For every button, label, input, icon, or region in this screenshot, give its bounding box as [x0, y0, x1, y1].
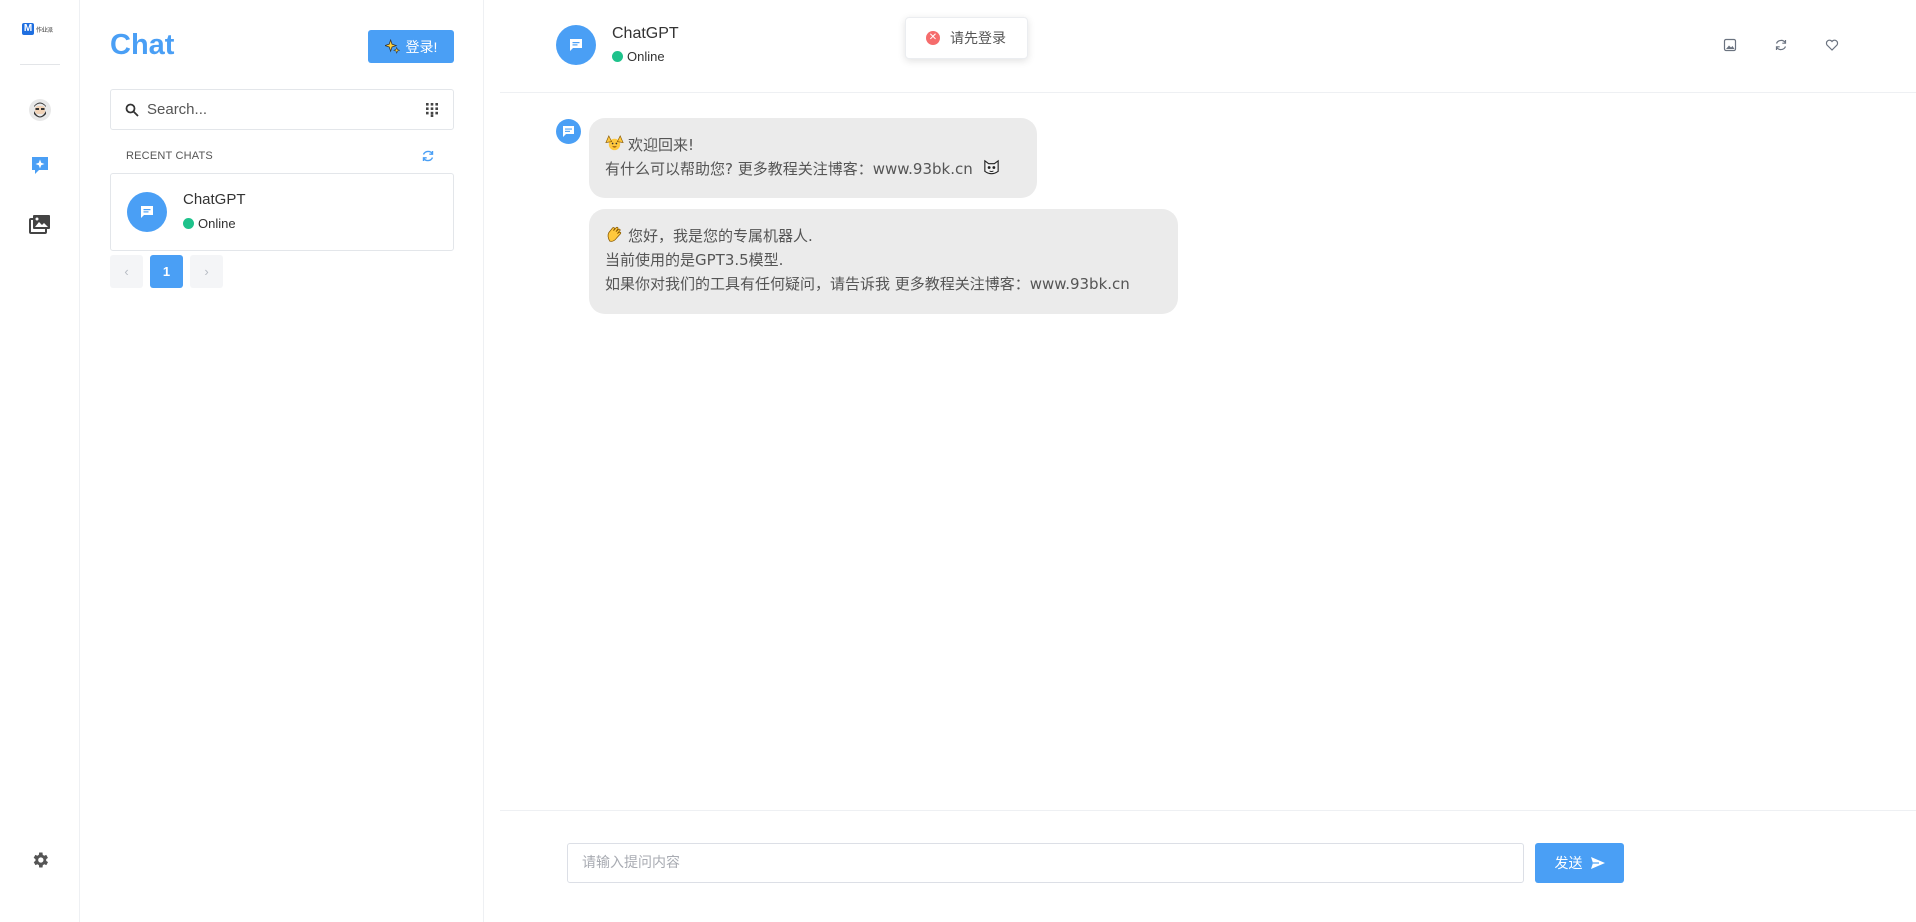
chat-list-panel: Chat 登录! RECENT CHATS	[80, 0, 484, 922]
logo-text: 作业派	[36, 26, 53, 34]
prev-page-button[interactable]: ‹	[110, 255, 143, 288]
chat-status: Online	[183, 216, 236, 231]
login-required-toast: ✕ 请先登录	[905, 17, 1028, 59]
panel-title: Chat	[110, 29, 175, 61]
conversation-header: ChatGPT Online	[500, 0, 1916, 93]
logo-mark: M	[22, 23, 34, 35]
user-avatar[interactable]	[28, 98, 52, 122]
header-avatar	[556, 25, 596, 65]
message-line: 如果你对我们的工具有任何疑问，请告诉我 更多教程关注博客：www.93bk.cn	[605, 275, 1130, 293]
status-text: Online	[627, 49, 665, 64]
header-title: ChatGPT	[612, 25, 679, 42]
header-status: Online	[612, 49, 665, 64]
nav-gallery[interactable]	[28, 212, 52, 236]
message-text: 欢迎回来!	[628, 136, 695, 154]
message-line: 欢迎回来!	[605, 133, 1021, 157]
heart-icon[interactable]	[1825, 38, 1839, 52]
message-text: 您好，我是您的专属机器人.	[628, 227, 813, 245]
app-logo[interactable]: M 作业派	[22, 22, 55, 36]
toast-text: 请先登录	[950, 30, 1006, 46]
chat-name: ChatGPT	[183, 191, 246, 208]
login-button-label: 登录!	[405, 38, 438, 55]
online-dot	[612, 51, 623, 62]
online-dot	[183, 218, 194, 229]
login-button[interactable]: 登录!	[368, 30, 454, 63]
message-input[interactable]	[567, 843, 1524, 883]
pagination: ‹ 1 ›	[110, 255, 223, 288]
recent-chats-label: RECENT CHATS	[126, 150, 213, 162]
bot-message-bubble: 您好，我是您的专属机器人. 当前使用的是GPT3.5模型. 如果你对我们的工具有…	[589, 209, 1178, 314]
refresh-icon[interactable]	[1774, 38, 1788, 52]
bot-message-avatar	[556, 119, 581, 144]
send-button-label: 发送	[1554, 856, 1583, 872]
message-icon	[141, 206, 153, 218]
cat-face-emoji-icon	[983, 159, 999, 175]
message-line: 当前使用的是GPT3.5模型.	[605, 251, 784, 269]
gear-icon	[33, 852, 48, 868]
send-icon	[1590, 857, 1605, 869]
conversation-area: ChatGPT Online ✕ 请先登录 欢迎回来! 有什么可以帮助您? 更多…	[484, 0, 1916, 922]
search-box[interactable]	[110, 89, 454, 130]
message-line: 您好，我是您的专属机器人.	[605, 224, 1162, 248]
chat-avatar	[127, 192, 167, 232]
nav-chat[interactable]	[28, 153, 52, 177]
page-1-button[interactable]: 1	[150, 255, 183, 288]
sparkles-icon	[384, 39, 400, 54]
next-page-button[interactable]: ›	[190, 255, 223, 288]
images-icon	[29, 215, 50, 234]
chat-sparkle-icon	[32, 157, 48, 174]
rail-divider	[20, 64, 60, 65]
search-icon	[125, 103, 139, 117]
bearded-man-avatar-icon	[29, 99, 51, 121]
raising-hands-emoji-icon	[605, 135, 624, 151]
send-button[interactable]: 发送	[1535, 843, 1624, 883]
message-line: 有什么可以帮助您? 更多教程关注博客：www.93bk.cn	[605, 157, 1021, 181]
left-rail: M 作业派	[0, 0, 80, 922]
image-icon[interactable]	[1723, 38, 1737, 52]
message-composer: 发送	[500, 810, 1916, 922]
refresh-icon[interactable]	[421, 149, 435, 163]
message-icon	[570, 39, 582, 51]
error-circle-icon: ✕	[926, 31, 940, 45]
search-input[interactable]	[147, 101, 425, 118]
bot-message-bubble: 欢迎回来! 有什么可以帮助您? 更多教程关注博客：www.93bk.cn	[589, 118, 1037, 198]
settings-button[interactable]	[28, 848, 52, 872]
waving-hand-emoji-icon	[607, 226, 622, 242]
dialpad-icon[interactable]	[425, 102, 439, 117]
message-text: 有什么可以帮助您? 更多教程关注博客：www.93bk.cn	[605, 160, 973, 178]
status-text: Online	[198, 216, 236, 231]
chat-list-item[interactable]: ChatGPT Online	[110, 173, 454, 251]
